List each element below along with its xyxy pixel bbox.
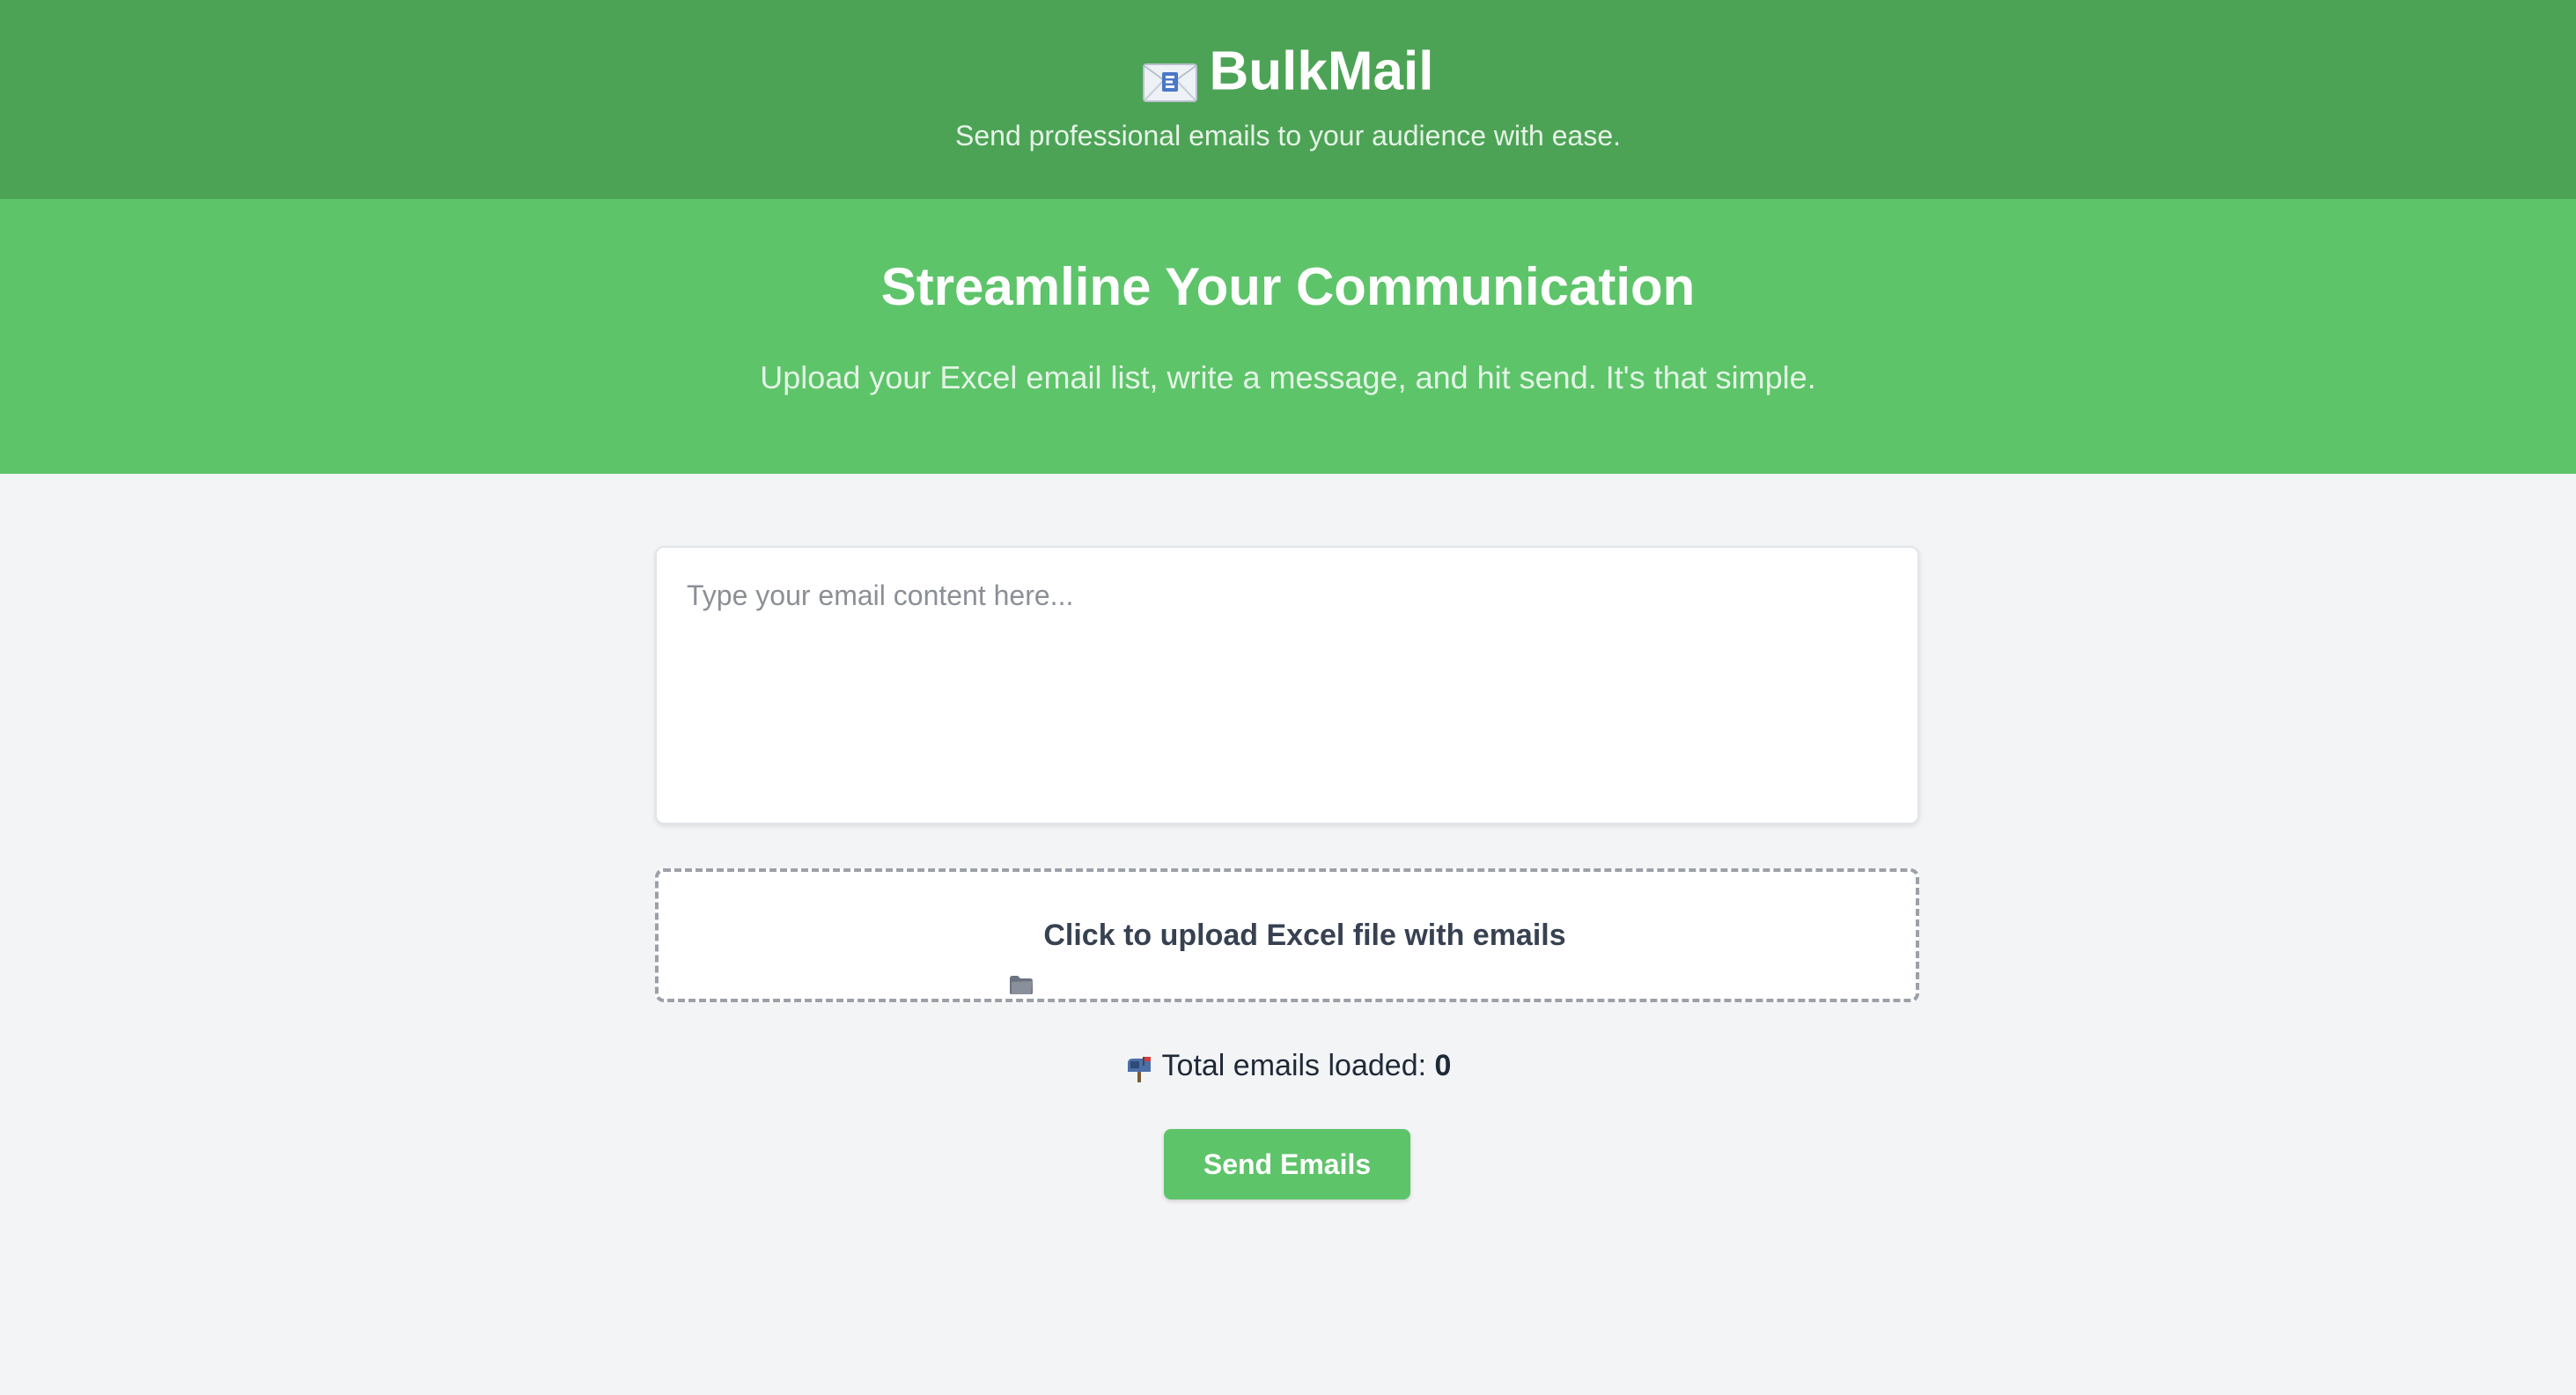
brand: BulkMail — [0, 32, 2576, 109]
send-emails-button[interactable]: Send Emails — [1164, 1129, 1410, 1199]
folder-icon — [1008, 923, 1034, 995]
excel-upload-dropzone[interactable]: Click to upload Excel file with emails — [655, 868, 1919, 1002]
mailbox-icon — [1125, 1052, 1153, 1083]
upload-label: Click to upload Excel file with emails — [1043, 919, 1566, 952]
app-tagline: Send professional emails to your audienc… — [955, 120, 1621, 151]
email-content-textarea[interactable] — [655, 546, 1919, 824]
app-header: BulkMail Send professional emails to you… — [0, 0, 2576, 199]
emails-loaded-count: 0 — [1434, 1049, 1452, 1082]
hero-banner: Streamline Your Communication Upload you… — [0, 199, 2576, 474]
hero-title: Streamline Your Communication — [880, 257, 1696, 316]
emails-loaded-status: Total emails loaded: 0 — [0, 1044, 2576, 1087]
envelope-icon — [1142, 48, 1197, 102]
emails-loaded-label: Total emails loaded: — [1161, 1049, 1427, 1082]
hero-subtitle: Upload your Excel email list, write a me… — [760, 359, 1816, 395]
app-title: BulkMail — [1209, 41, 1434, 102]
